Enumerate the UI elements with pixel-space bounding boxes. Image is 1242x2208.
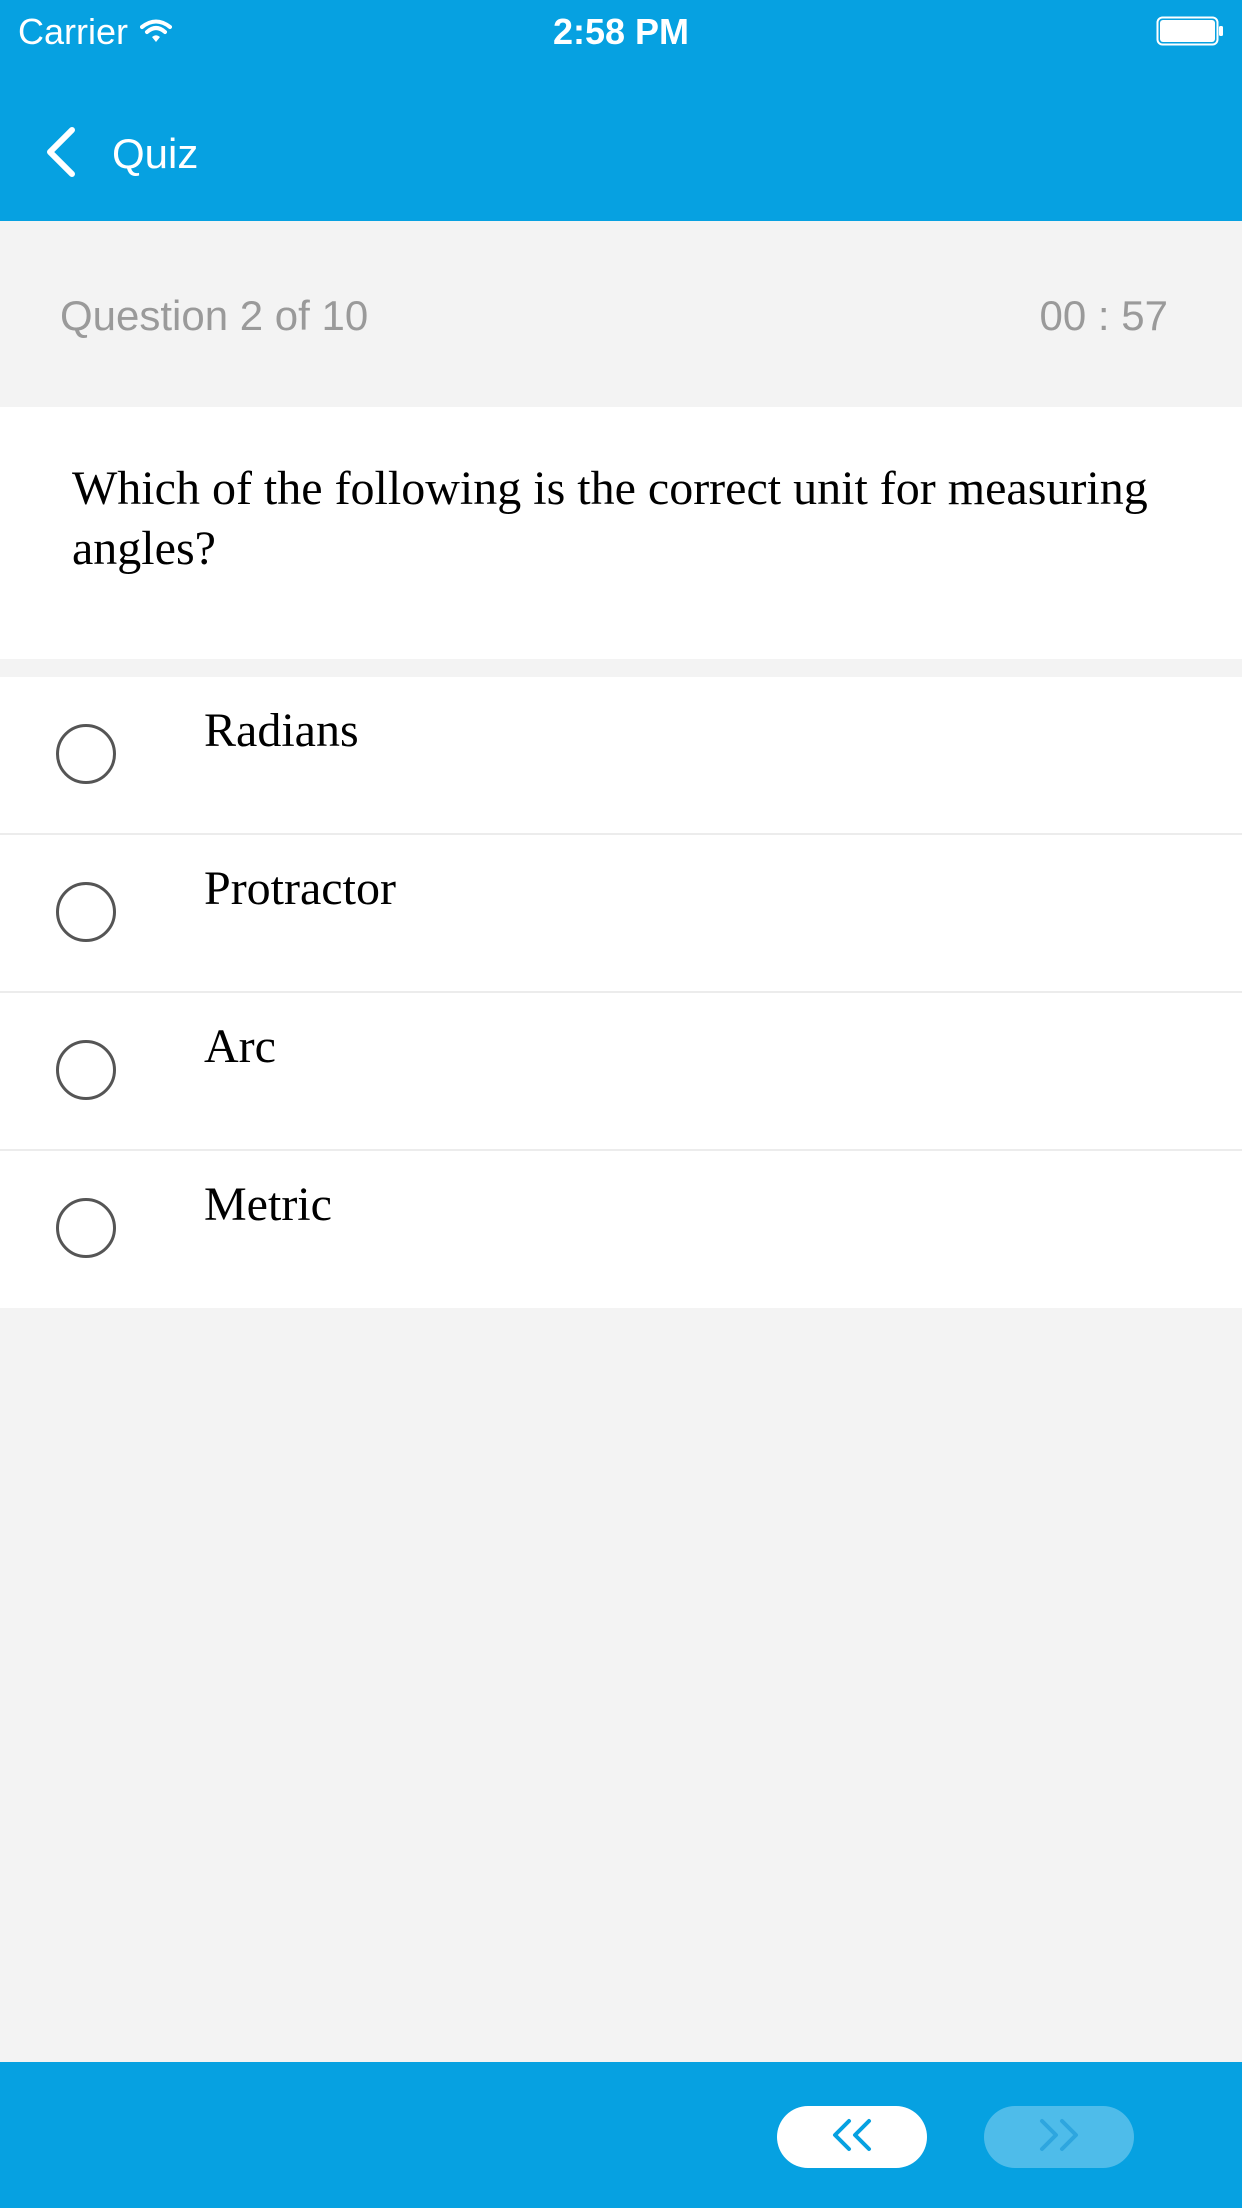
- status-time: 2:58 PM: [552, 11, 690, 52]
- answer-label: Metric: [204, 1178, 332, 1231]
- footer-bar: [0, 2062, 1242, 2208]
- status-bar: Carrier 2:58 PM: [0, 0, 1242, 64]
- answer-option[interactable]: Arc: [0, 993, 1242, 1151]
- nav-title: Quiz: [112, 130, 199, 177]
- countdown-timer: 00 : 57: [1039, 292, 1168, 339]
- double-chevron-left-icon: [827, 2117, 877, 2158]
- radio-button[interactable]: [56, 724, 116, 784]
- previous-question-button[interactable]: [777, 2106, 927, 2168]
- radio-button[interactable]: [56, 882, 116, 942]
- answer-label: Protractor: [204, 862, 396, 915]
- answer-option[interactable]: Radians: [0, 677, 1242, 835]
- answer-option[interactable]: Metric: [0, 1151, 1242, 1308]
- next-question-button[interactable]: [984, 2106, 1134, 2168]
- question-text: Which of the following is the correct un…: [72, 462, 1148, 575]
- battery-icon: [1156, 16, 1224, 46]
- question-card: Which of the following is the correct un…: [0, 407, 1242, 659]
- answer-option[interactable]: Protractor: [0, 835, 1242, 993]
- double-chevron-right-icon: [1034, 2117, 1084, 2158]
- nav-bar: Quiz: [0, 64, 1242, 221]
- question-header: Question 2 of 10 00 : 57: [0, 221, 1242, 407]
- answer-list: Radians Protractor Arc Metric: [0, 677, 1242, 1308]
- radio-button[interactable]: [56, 1040, 116, 1100]
- back-button[interactable]: Quiz: [44, 124, 198, 184]
- question-counter: Question 2 of 10: [60, 292, 369, 339]
- answer-label: Radians: [204, 704, 359, 757]
- chevron-left-icon: [44, 126, 78, 183]
- answer-label: Arc: [204, 1020, 276, 1073]
- radio-button[interactable]: [56, 1198, 116, 1258]
